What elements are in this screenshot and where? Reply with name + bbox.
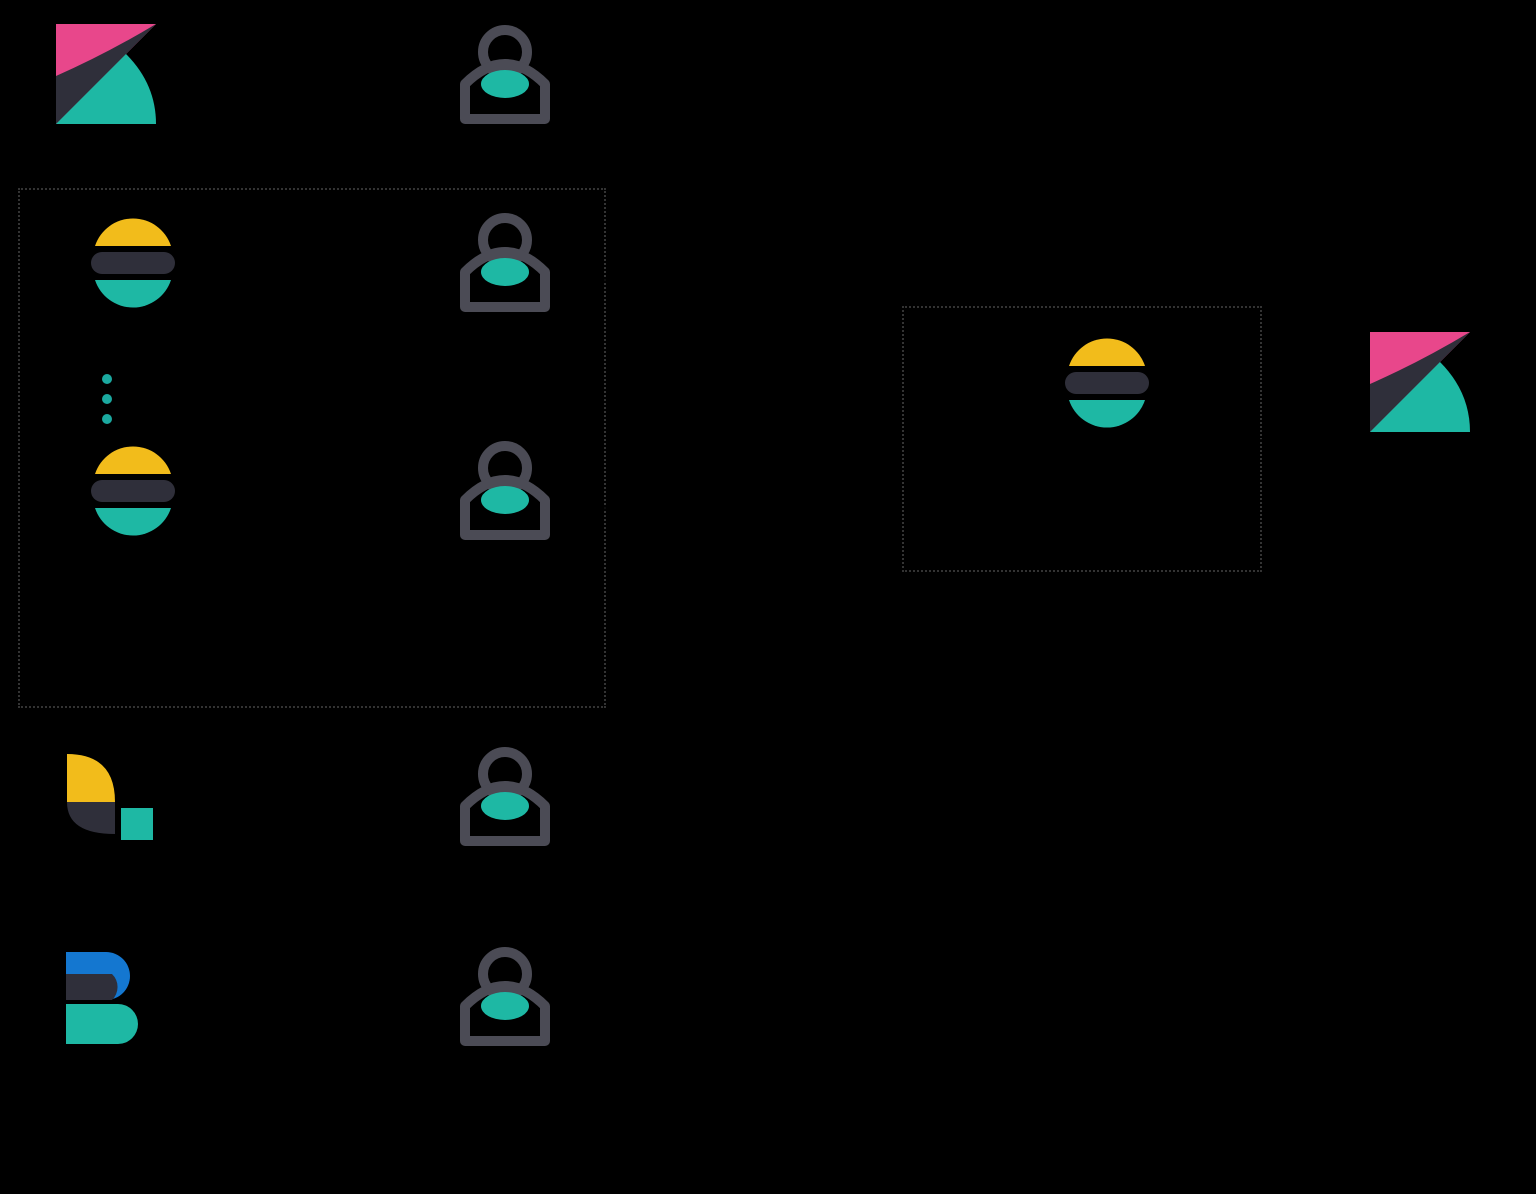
elasticsearch-monitor-node: Elasticsearch [1030,332,1185,469]
metricbeat-beats-label: Metricbeat [444,1052,565,1083]
beats-metrics-label: Beats metrics [680,990,825,1018]
metricbeat-icon [455,746,555,846]
metricbeat-kibana-node: Metricbeat [444,24,565,161]
elasticsearch-icon [83,440,183,540]
metricbeat-icon [455,24,555,124]
production-cluster-label: Production cluster [130,658,370,692]
metricbeat-beats-node: Metricbeat [444,946,565,1083]
es-metrics-label: Elasticsearch metrics [636,410,863,438]
kibana-metrics-label: Kibana metrics [656,56,815,84]
metricbeat-ls-label: Metricbeat [444,852,565,883]
metricbeat-es2-label: Metricbeat [444,546,565,577]
kibana-dest-node: Kibana [1370,332,1470,469]
kibana-dest-label: Kibana [1380,438,1461,469]
ellipsis-dots [102,374,112,424]
elasticsearch-icon [1057,332,1157,432]
elasticsearch-2-label: Elasticsearch [56,546,211,577]
architecture-diagram: Production cluster Monitoring cluster Ki… [0,0,1536,1194]
logstash-node: Logstash [56,746,162,883]
kibana-icon [56,24,156,124]
metricbeat-icon [455,440,555,540]
metricbeat-icon [455,946,555,1046]
elasticsearch-monitor-label: Elasticsearch [1030,438,1185,469]
metricbeat-icon [455,212,555,312]
metricbeat-es2-node: Metricbeat [444,440,565,577]
kibana-source-node: Kibana [56,24,156,161]
monitoring-cluster-label: Monitoring cluster [926,516,1179,553]
metricbeat-ls-node: Metricbeat [444,746,565,883]
ls-metrics-label: Logstash metrics [656,790,837,818]
elasticsearch-1-node: Elasticsearch [56,212,211,349]
beats-label: Beats [73,1052,140,1083]
elasticsearch-1-label: Elasticsearch [56,318,211,349]
logstash-label: Logstash [56,852,162,883]
elasticsearch-2-node: Elasticsearch [56,440,211,577]
metricbeat-es1-node: Metricbeat [444,212,565,349]
beats-icon [56,946,156,1046]
metricbeat-kibana-label: Metricbeat [444,130,565,161]
kibana-icon [1370,332,1470,432]
elasticsearch-icon [83,212,183,312]
kibana-source-label: Kibana [66,130,147,161]
beats-node: Beats [56,946,156,1083]
logstash-icon [59,746,159,846]
metricbeat-es1-label: Metricbeat [444,318,565,349]
